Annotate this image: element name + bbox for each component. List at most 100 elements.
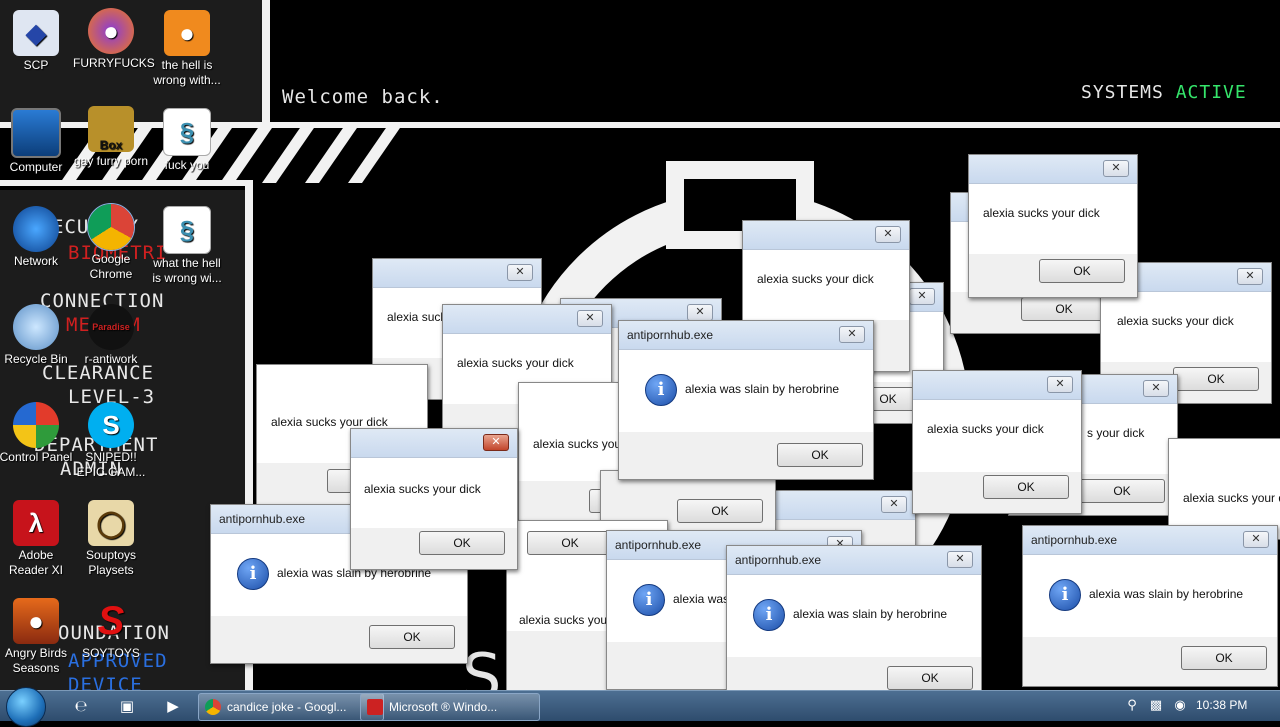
- dialog-message: alexia sucks your dick: [983, 206, 1100, 220]
- close-button[interactable]: ✕: [1047, 376, 1073, 393]
- dialog-titlebar[interactable]: [257, 365, 427, 393]
- desktop-icon-hell-is-wrong[interactable]: ● the hell is wrong with...: [149, 10, 225, 88]
- ok-button[interactable]: OK: [1039, 259, 1125, 283]
- info-icon: i: [1049, 579, 1081, 611]
- close-button[interactable]: ✕: [687, 304, 713, 321]
- dialog-message: alexia was: [673, 592, 730, 606]
- message-dialog[interactable]: ✕ alexia sucks your dick OK: [350, 428, 518, 570]
- dialog-titlebar[interactable]: ✕: [443, 305, 611, 334]
- chrome-icon: [205, 699, 221, 715]
- dialog-titlebar[interactable]: ✕: [351, 429, 517, 458]
- ok-button[interactable]: OK: [369, 625, 455, 649]
- desktop-icon-fuck-you[interactable]: § fuck you: [149, 108, 225, 173]
- dialog-titlebar[interactable]: ✕: [969, 155, 1137, 184]
- ok-button[interactable]: OK: [1021, 297, 1107, 321]
- task-label: Microsoft ® Windo...: [389, 700, 498, 714]
- antipornhub-dialog[interactable]: antipornhub.exe ✕ i alexia was slain by …: [618, 320, 874, 480]
- media-player-icon[interactable]: ▶: [158, 695, 188, 717]
- dialog-titlebar[interactable]: ✕: [913, 371, 1081, 400]
- network-tray-icon[interactable]: ▩: [1148, 698, 1164, 714]
- dialog-titlebar[interactable]: antipornhub.exe ✕: [727, 546, 981, 575]
- desktop-icon-network[interactable]: Network: [0, 206, 74, 269]
- file-explorer-icon[interactable]: ▣: [112, 695, 142, 717]
- search-icon[interactable]: ⚲: [1124, 698, 1140, 714]
- desktop-icon-soytoys[interactable]: S SOYTOYS: [73, 598, 149, 661]
- dialog-body: alexia sucks your dick: [969, 184, 1137, 254]
- ok-button[interactable]: OK: [1173, 367, 1259, 391]
- close-button[interactable]: ✕: [507, 264, 533, 281]
- icon-label: r-antiwork: [84, 352, 138, 366]
- network-globe-icon: [13, 206, 59, 252]
- dialog-titlebar[interactable]: ✕: [373, 259, 541, 288]
- systems-active: ACTIVE: [1175, 82, 1247, 103]
- close-button[interactable]: ✕: [577, 310, 603, 327]
- close-button[interactable]: ✕: [1237, 268, 1263, 285]
- icon-label: FURRYFUCKS: [73, 56, 155, 70]
- start-button[interactable]: [6, 687, 46, 727]
- ok-button[interactable]: OK: [677, 499, 763, 523]
- dialog-message: alexia sucks your dick: [1117, 314, 1234, 328]
- desktop-icon-furryfucks[interactable]: ● FURRYFUCKS: [73, 8, 155, 71]
- volume-icon[interactable]: ◉: [1172, 698, 1188, 714]
- dialog-titlebar[interactable]: ✕: [743, 221, 909, 250]
- ok-button[interactable]: OK: [1181, 646, 1267, 670]
- clock[interactable]: 10:38 PM: [1196, 698, 1247, 712]
- dialog-titlebar[interactable]: ✕: [775, 491, 915, 520]
- ok-button[interactable]: OK: [887, 666, 973, 690]
- desktop-icon-google-chrome[interactable]: Google Chrome: [73, 203, 149, 282]
- taskbar-task-windows[interactable]: Microsoft ® Windo...: [360, 693, 540, 721]
- desktop-icon-what-the-hell[interactable]: § what the hell is wrong wi...: [149, 206, 225, 286]
- close-button[interactable]: ✕: [839, 326, 865, 343]
- close-button[interactable]: ✕: [947, 551, 973, 568]
- skype-icon: S: [88, 402, 134, 448]
- dialog-message: alexia sucks your: [519, 613, 612, 627]
- desktop-icon-computer[interactable]: Computer: [0, 108, 74, 175]
- adobe-reader-icon: λ: [13, 500, 59, 546]
- antipornhub-dialog[interactable]: antipornhub.exe ✕ i alexia was slain by …: [1022, 525, 1278, 687]
- desktop-icon-control-panel[interactable]: Control Panel: [0, 402, 74, 465]
- ok-button[interactable]: OK: [1079, 479, 1165, 503]
- ok-button[interactable]: OK: [983, 475, 1069, 499]
- icon-label: SNIPED!! EPIC GAM...: [76, 450, 146, 479]
- dialog-titlebar[interactable]: antipornhub.exe ✕: [619, 321, 873, 350]
- scp-icon: ◆: [13, 10, 59, 56]
- close-button[interactable]: ✕: [909, 288, 935, 305]
- close-button[interactable]: ✕: [483, 434, 509, 451]
- systems-status: SYSTEMS ACTIVE: [1081, 82, 1247, 103]
- ok-button[interactable]: OK: [777, 443, 863, 467]
- close-button[interactable]: ✕: [1243, 531, 1269, 548]
- desktop-icon-sniped[interactable]: S SNIPED!! EPIC GAM...: [73, 402, 149, 480]
- dialog-body: alexia sucks your d: [1169, 439, 1280, 539]
- desktop-icon-gay-furry-porn[interactable]: Box gay furry porn: [73, 106, 149, 169]
- message-dialog[interactable]: ✕ alexia sucks your dick OK: [968, 154, 1138, 298]
- chrome-icon: [87, 203, 135, 251]
- dialog-message: alexia sucks you: [533, 437, 622, 451]
- dialog-message: alexia sucks your dick: [271, 415, 388, 429]
- close-button[interactable]: ✕: [875, 226, 901, 243]
- taskbar-task-chrome[interactable]: candice joke - Googl...: [198, 693, 384, 721]
- dialog-body: i alexia was slain by herobrine: [727, 575, 981, 657]
- info-icon: i: [237, 558, 269, 590]
- icon-label: Computer: [9, 160, 63, 174]
- desktop-icon-souptoys[interactable]: ◯ Souptoys Playsets: [73, 500, 149, 578]
- dialog-message: alexia sucks your dick: [364, 482, 481, 496]
- script-file-icon: §: [163, 108, 211, 156]
- ok-button[interactable]: OK: [527, 531, 613, 555]
- desktop-icon-r-antiwork[interactable]: Paradise r-antiwork: [73, 304, 149, 367]
- close-button[interactable]: ✕: [1103, 160, 1129, 177]
- close-button[interactable]: ✕: [1143, 380, 1169, 397]
- antipornhub-dialog[interactable]: antipornhub.exe ✕ i alexia was slain by …: [726, 545, 982, 693]
- ok-button[interactable]: OK: [419, 531, 505, 555]
- desktop-icon-angry-birds[interactable]: ● Angry Birds Seasons: [0, 598, 74, 676]
- internet-explorer-icon[interactable]: ℮: [66, 695, 96, 717]
- icon-label: Souptoys Playsets: [85, 548, 137, 577]
- message-dialog[interactable]: ✕ alexia sucks your dick OK: [912, 370, 1082, 514]
- desktop-icon-scp[interactable]: ◆ SCP: [0, 10, 74, 73]
- uc-browser-icon: ●: [164, 10, 210, 56]
- info-icon: i: [633, 584, 665, 616]
- desktop-icon-adobe-reader[interactable]: λ Adobe Reader XI: [0, 500, 74, 578]
- desktop-icon-recycle-bin[interactable]: Recycle Bin: [0, 304, 74, 367]
- icon-label: Adobe Reader XI: [8, 548, 64, 577]
- close-button[interactable]: ✕: [881, 496, 907, 513]
- dialog-titlebar[interactable]: antipornhub.exe ✕: [1023, 526, 1277, 555]
